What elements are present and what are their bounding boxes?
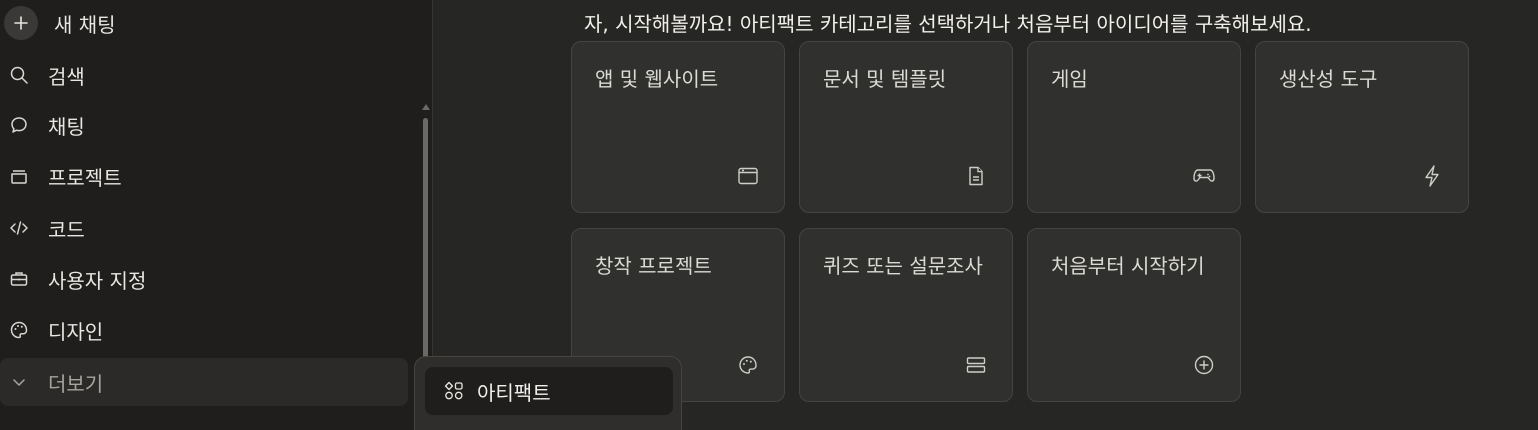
palette-icon [736,353,760,377]
sidebar-item-projects[interactable]: 프로젝트 [0,152,408,200]
chat-bubble-icon [8,114,30,136]
scroll-up-arrow[interactable] [422,104,430,110]
card-title: 생산성 도구 [1279,67,1378,91]
category-card-scratch[interactable]: 처음부터 시작하기 [1027,228,1241,402]
plus-circle-icon [1192,353,1216,377]
sidebar-item-customize[interactable]: 사용자 지정 [0,255,408,303]
sidebar-item-design[interactable]: 디자인 [0,306,408,354]
sidebar-item-label: 더보기 [48,371,104,396]
plus-icon [4,6,38,40]
sidebar-item-label: 사용자 지정 [48,268,147,293]
folder-icon [8,165,30,187]
app-window: 새 채팅 검색 채팅 프로젝트 코드 사용자 지정 디자인 더보기 자, 시작해… [0,0,1538,430]
code-icon [8,217,30,239]
scrollbar-thumb[interactable] [423,118,428,364]
card-title: 문서 및 템플릿 [823,67,947,91]
new-chat-button[interactable]: 새 채팅 [4,5,116,41]
category-card-documents[interactable]: 문서 및 템플릿 [799,41,1013,213]
card-title: 앱 및 웹사이트 [595,67,719,91]
gamepad-icon [1192,164,1216,188]
page-heading: 자, 시작해볼까요! 아티팩트 카테고리를 선택하거나 처음부터 아이디어를 구… [584,12,1312,36]
new-chat-label: 새 채팅 [54,12,116,37]
category-card-productivity[interactable]: 생산성 도구 [1255,41,1469,213]
popup-item-label: 아티팩트 [477,380,551,405]
sidebar-item-label: 디자인 [48,319,104,344]
sidebar-item-label: 채팅 [48,114,85,139]
card-title: 처음부터 시작하기 [1051,254,1205,278]
browser-window-icon [736,164,760,188]
sidebar-item-label: 프로젝트 [48,165,122,190]
sidebar-item-label: 검색 [48,64,85,89]
category-card-quiz[interactable]: 퀴즈 또는 설문조사 [799,228,1013,402]
search-icon [8,64,30,86]
sidebar-item-chats[interactable]: 채팅 [0,101,408,149]
card-title: 창작 프로젝트 [595,254,712,278]
lightning-icon [1420,164,1444,188]
palette-icon [8,319,30,341]
sidebar-scrollbar[interactable] [421,104,431,364]
sidebar-item-code[interactable]: 코드 [0,204,408,252]
category-card-apps[interactable]: 앱 및 웹사이트 [571,41,785,213]
artifacts-icon [443,380,465,402]
chevron-down-icon [8,371,30,393]
card-title: 퀴즈 또는 설문조사 [823,254,983,278]
more-popup-menu: 아티팩트 [414,356,682,430]
toolbox-icon [8,268,30,290]
sidebar-item-search[interactable]: 검색 [0,51,408,99]
sidebar-item-label: 코드 [48,217,85,242]
popup-item-artifacts[interactable]: 아티팩트 [425,367,673,415]
card-title: 게임 [1051,67,1088,91]
sidebar-item-more[interactable]: 더보기 [0,358,408,406]
document-icon [964,164,988,188]
sidebar: 새 채팅 검색 채팅 프로젝트 코드 사용자 지정 디자인 더보기 [0,0,433,430]
form-icon [964,353,988,377]
category-card-games[interactable]: 게임 [1027,41,1241,213]
